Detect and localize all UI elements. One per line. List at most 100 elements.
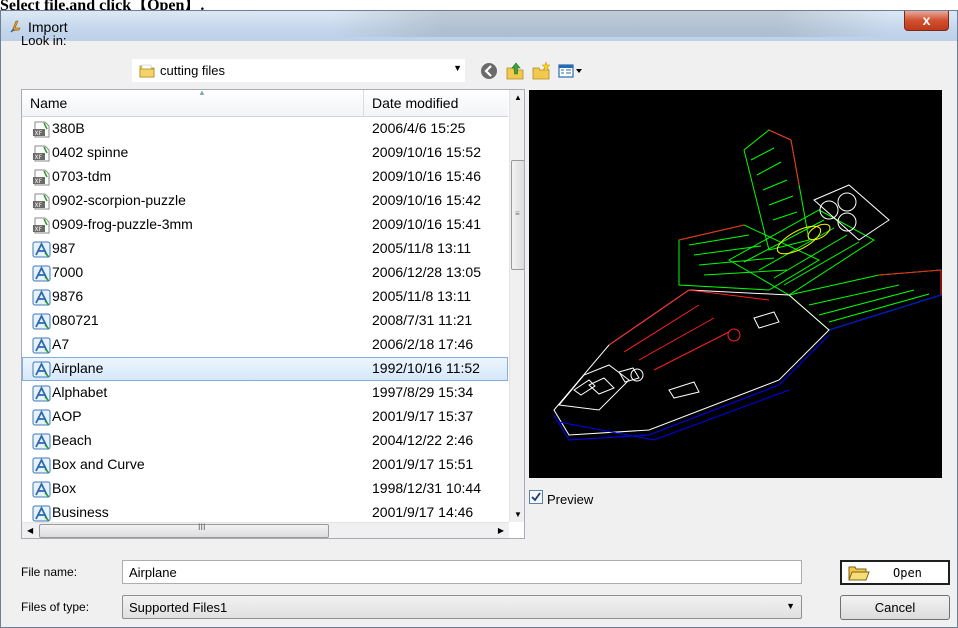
file-date: 2006/4/6 15:25 — [372, 120, 466, 136]
dxf-file-icon: XF — [33, 217, 50, 234]
scroll-down-icon[interactable]: ▼ — [514, 510, 522, 519]
file-date: 2009/10/16 15:52 — [372, 144, 481, 160]
file-name-input[interactable]: Airplane — [122, 560, 802, 584]
chevron-down-icon: ▼ — [453, 63, 462, 73]
chevron-down-icon: ▼ — [786, 601, 795, 611]
file-date: 2006/12/28 13:05 — [372, 264, 481, 280]
files-of-type-dropdown[interactable]: Supported Files1 ▼ — [122, 595, 802, 619]
file-row[interactable]: Beach 2004/12/22 2:46 — [22, 429, 508, 453]
look-in-label: Look in: — [21, 33, 67, 48]
file-row[interactable]: XF 0902-scorpion-puzzle 2009/10/16 15:42 — [22, 189, 508, 213]
look-in-dropdown[interactable]: cutting files ▼ — [132, 59, 465, 82]
svg-text:XF: XF — [35, 130, 43, 137]
file-date: 2001/9/17 14:46 — [372, 504, 474, 520]
file-date: 2009/10/16 15:41 — [372, 216, 481, 232]
file-row[interactable]: Alphabet 1997/8/29 15:34 — [22, 381, 508, 405]
file-date: 1997/8/29 15:34 — [372, 384, 474, 400]
file-name: 9876 — [52, 288, 84, 304]
file-rows: XF 380B 2006/4/6 15:25 XF 0402 spinne 2009/10… — [22, 117, 508, 538]
column-separator[interactable] — [363, 90, 364, 116]
cad-file-icon — [32, 385, 51, 402]
cad-file-icon — [32, 289, 51, 306]
file-name: 0909-frog-puzzle-3mm — [52, 216, 193, 232]
file-name-label: File name: — [21, 565, 78, 579]
file-row[interactable]: A7 2006/2/18 17:46 — [22, 333, 508, 357]
file-list-header: ▲ Name Date modified — [22, 90, 508, 117]
horizontal-scroll-thumb[interactable]: III — [39, 522, 329, 538]
grip-icon: III — [198, 522, 206, 532]
file-row[interactable]: 987 2005/11/8 13:11 — [22, 237, 508, 261]
cad-file-icon — [32, 313, 51, 330]
file-name: 0402 spinne — [52, 144, 129, 160]
file-row[interactable]: 080721 2008/7/31 11:21 — [22, 309, 508, 333]
file-row[interactable]: 9876 2005/11/8 13:11 — [22, 285, 508, 309]
preview-pane — [529, 90, 942, 478]
file-date: 1992/10/16 11:52 — [372, 360, 480, 376]
column-header-date-modified[interactable]: Date modified — [372, 95, 458, 111]
svg-text:XF: XF — [35, 226, 43, 233]
file-date: 1998/12/31 10:44 — [372, 480, 481, 496]
file-name: 987 — [52, 240, 76, 256]
file-row[interactable]: AOP 2001/9/17 15:37 — [22, 405, 508, 429]
cad-file-icon — [32, 433, 51, 450]
cad-file-icon — [32, 505, 51, 522]
import-dialog: Import x Look in: cutting files ▼ ▲ Name — [0, 10, 958, 628]
open-button[interactable]: Open — [840, 560, 950, 585]
app-icon — [10, 20, 21, 33]
column-header-name[interactable]: Name — [30, 95, 67, 111]
cad-file-icon — [32, 457, 51, 474]
file-row[interactable]: XF 0402 spinne 2009/10/16 15:52 — [22, 141, 508, 165]
folder-icon — [139, 64, 155, 78]
file-date: 2006/2/18 17:46 — [372, 336, 474, 352]
file-row[interactable]: XF 380B 2006/4/6 15:25 — [22, 117, 508, 141]
dxf-file-icon: XF — [33, 193, 50, 210]
vertical-scroll-thumb[interactable]: ≡ — [511, 160, 524, 270]
file-row[interactable]: XF 0703-tdm 2009/10/16 15:46 — [22, 165, 508, 189]
scroll-right-icon[interactable]: ▶ — [498, 526, 504, 535]
scroll-left-icon[interactable]: ◀ — [27, 526, 33, 535]
cad-file-icon — [32, 265, 51, 282]
file-row[interactable]: Box 1998/12/31 10:44 — [22, 477, 508, 501]
open-folder-icon — [848, 566, 870, 581]
instruction-caption: Select file,and click【Open】. — [0, 0, 205, 14]
file-row[interactable]: XF 0909-frog-puzzle-3mm 2009/10/16 15:41 — [22, 213, 508, 237]
file-date: 2005/11/8 13:11 — [372, 240, 472, 256]
new-folder-icon[interactable] — [531, 61, 551, 81]
file-row[interactable]: Box and Curve 2001/9/17 15:51 — [22, 453, 508, 477]
close-button[interactable]: x — [904, 11, 949, 31]
title-bar-background — [331, 11, 891, 37]
vertical-scrollbar[interactable]: ▲ ≡ ▼ — [509, 90, 524, 522]
horizontal-scrollbar[interactable]: ◀ III ▶ — [22, 522, 509, 538]
file-list[interactable]: ▲ Name Date modified XF 380B 2006/4/6 15:2… — [21, 89, 525, 539]
dxf-file-icon: XF — [33, 169, 50, 186]
file-row[interactable]: Airplane 1992/10/16 11:52 — [22, 357, 508, 381]
sort-ascending-icon: ▲ — [198, 89, 206, 97]
svg-text:XF: XF — [35, 202, 43, 209]
cancel-button[interactable]: Cancel — [840, 595, 950, 620]
files-of-type-value: Supported Files1 — [129, 600, 228, 615]
file-name: Box — [52, 480, 77, 496]
open-button-label: Open — [893, 566, 922, 580]
file-name: 7000 — [52, 264, 84, 280]
file-date: 2001/9/17 15:37 — [372, 408, 474, 424]
files-of-type-label: Files of type: — [21, 600, 90, 614]
file-name: Beach — [52, 432, 92, 448]
title-bar[interactable]: Import x — [1, 11, 957, 41]
svg-text:XF: XF — [35, 178, 43, 185]
file-date: 2009/10/16 15:42 — [372, 192, 481, 208]
preview-label: Preview — [547, 492, 594, 507]
file-name: Alphabet — [52, 384, 108, 400]
file-name: Business — [52, 504, 109, 520]
file-row[interactable]: 7000 2006/12/28 13:05 — [22, 261, 508, 285]
dxf-file-icon: XF — [33, 121, 50, 138]
preview-checkbox[interactable] — [529, 490, 543, 504]
up-folder-icon[interactable] — [505, 61, 525, 81]
scroll-up-icon[interactable]: ▲ — [514, 93, 522, 102]
view-menu-icon[interactable] — [557, 61, 583, 81]
file-name: 0902-scorpion-puzzle — [52, 192, 186, 208]
file-name: Airplane — [52, 360, 104, 376]
file-name: AOP — [52, 408, 82, 424]
file-name: A7 — [52, 336, 70, 352]
dxf-file-icon: XF — [33, 145, 50, 162]
back-icon[interactable] — [479, 61, 499, 81]
